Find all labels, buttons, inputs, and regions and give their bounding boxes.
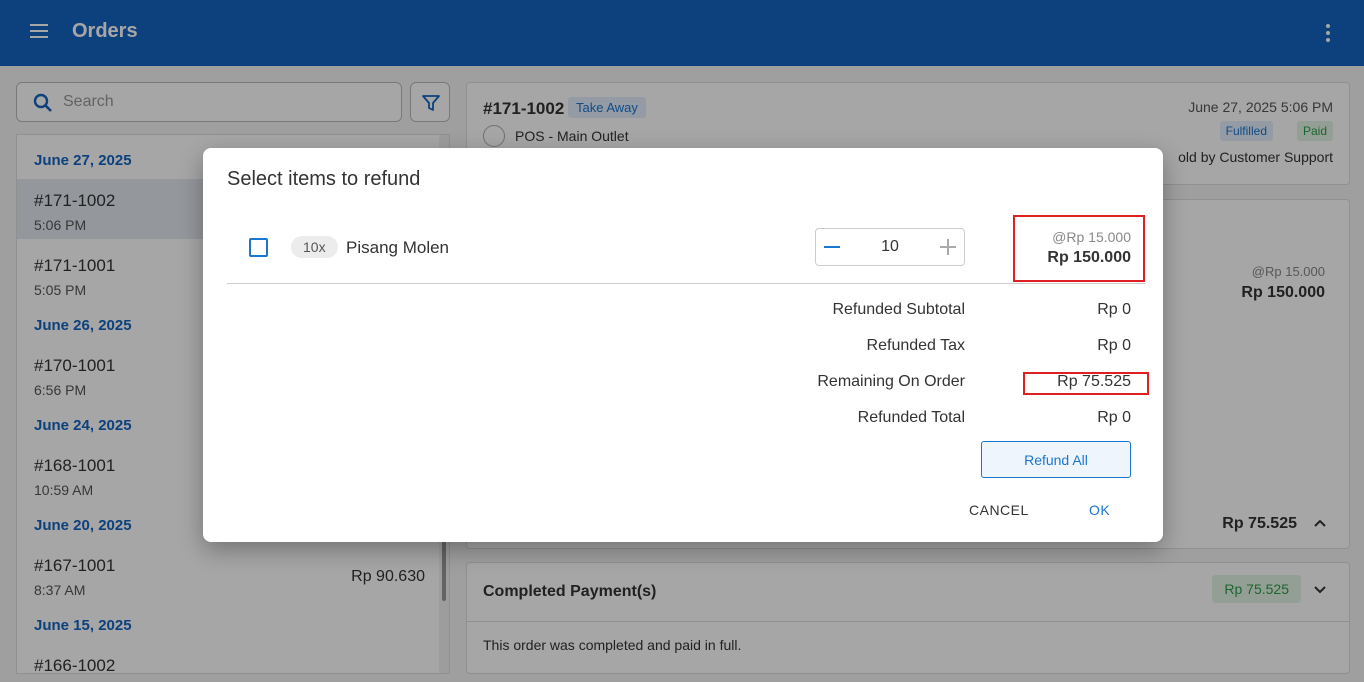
summary-value: Rp 0 bbox=[1097, 301, 1131, 318]
cancel-button[interactable]: CANCEL bbox=[969, 502, 1029, 518]
dialog-title: Select items to refund bbox=[227, 168, 421, 190]
plus-icon[interactable] bbox=[940, 239, 956, 255]
item-checkbox[interactable] bbox=[249, 238, 268, 257]
quantity-stepper: 10 bbox=[815, 228, 965, 266]
summary-label: Refunded Subtotal bbox=[832, 301, 965, 318]
summary-label: Refunded Tax bbox=[866, 337, 965, 354]
refund-all-button[interactable]: Refund All bbox=[981, 441, 1131, 478]
summary-value: Rp 0 bbox=[1097, 409, 1131, 426]
item-total-price: Rp 150.000 bbox=[1047, 249, 1131, 266]
refund-dialog: Select items to refund 10x Pisang Molen … bbox=[203, 148, 1163, 542]
summary-label: Remaining On Order bbox=[817, 373, 965, 390]
summary-value: Rp 0 bbox=[1097, 337, 1131, 354]
summary-row: Refunded Tax Rp 0 bbox=[203, 337, 1163, 359]
item-price-highlight: @Rp 15.000 Rp 150.000 bbox=[1013, 215, 1145, 282]
item-unit-price: @Rp 15.000 bbox=[1052, 229, 1131, 245]
summary-label: Refunded Total bbox=[857, 409, 965, 426]
summary-row: Refunded Subtotal Rp 0 bbox=[203, 301, 1163, 323]
refund-item-row: 10x Pisang Molen 10 @Rp 15.000 Rp 150.00… bbox=[227, 214, 1145, 284]
summary-row: Remaining On Order Rp 75.525 bbox=[203, 373, 1163, 395]
quantity-badge: 10x bbox=[291, 236, 338, 258]
ok-button[interactable]: OK bbox=[1089, 502, 1110, 518]
remaining-highlight bbox=[1023, 372, 1149, 395]
summary-row: Refunded Total Rp 0 bbox=[203, 409, 1163, 431]
item-name: Pisang Molen bbox=[346, 238, 450, 257]
